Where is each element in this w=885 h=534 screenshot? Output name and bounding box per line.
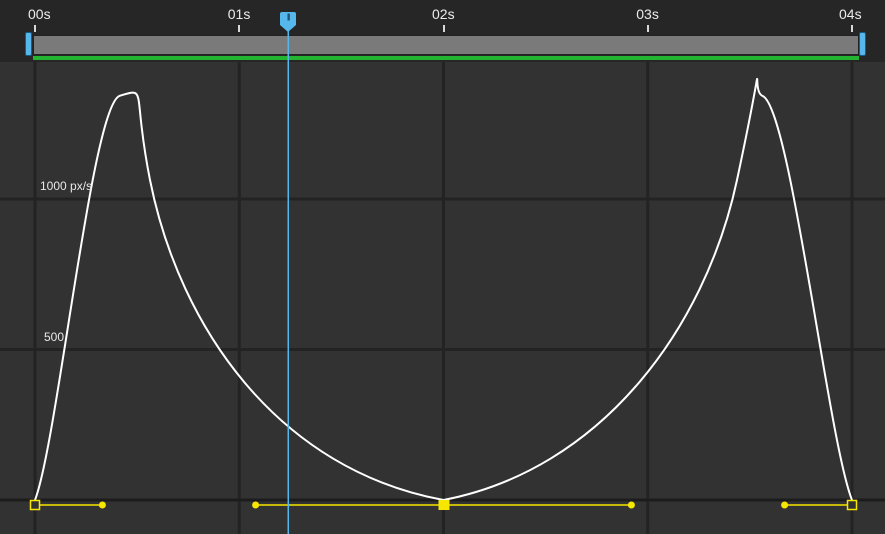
graph-editor: 00s 01s 02s 03s 04s 1000 px/s 500 ||| xyxy=(0,0,885,534)
current-time-indicator-pointer xyxy=(280,25,297,32)
keyframe-out-handle[interactable] xyxy=(98,501,106,509)
keyframe-in-handle[interactable] xyxy=(781,501,789,509)
y-axis-label: 500 xyxy=(44,329,65,344)
keyframe-marker[interactable] xyxy=(29,499,41,511)
keyframe-in-handle[interactable] xyxy=(252,501,260,509)
keyframe-out-handle[interactable] xyxy=(627,501,635,509)
keyframe-marker[interactable] xyxy=(438,500,450,510)
speed-graph[interactable] xyxy=(0,0,885,534)
keyframe-marker[interactable] xyxy=(846,499,858,511)
y-axis-label: 1000 px/s xyxy=(40,179,93,193)
grip-icon: ||| xyxy=(287,14,290,21)
